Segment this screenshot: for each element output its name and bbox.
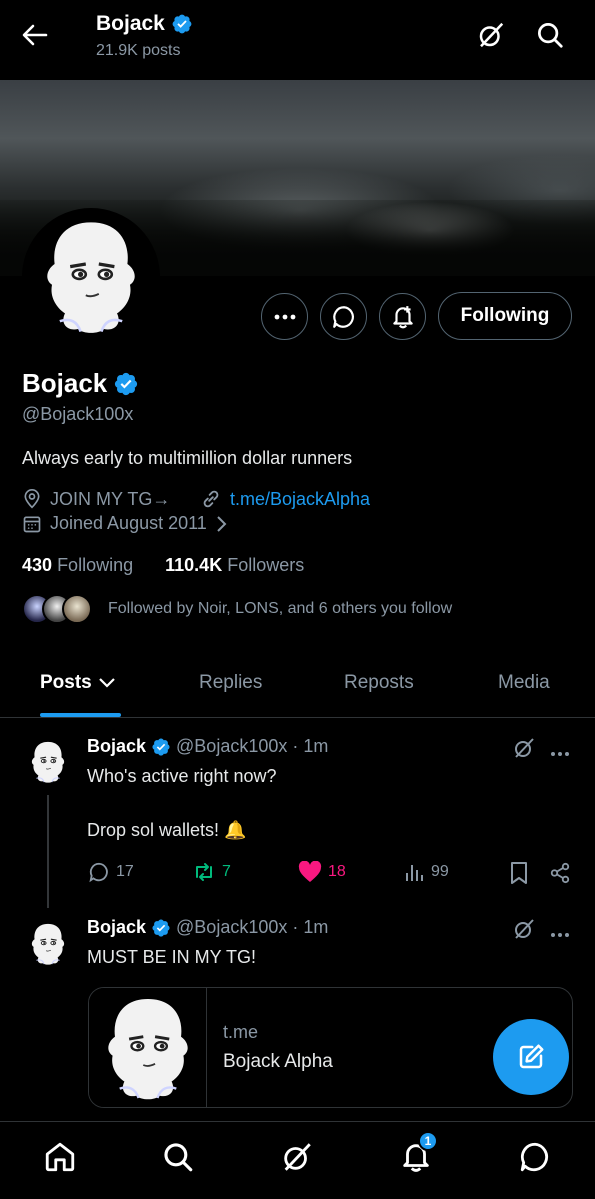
profile-name: Bojack [22, 368, 139, 399]
repost-count: 7 [222, 863, 231, 880]
verified-badge-icon [113, 371, 139, 397]
joined-text: Joined August 2011 [50, 513, 207, 533]
view-count: 99 [431, 863, 449, 880]
profile-joined: Joined August 2011 [22, 513, 227, 534]
tab-posts-label: Posts [40, 672, 92, 693]
bookmark-icon[interactable] [509, 861, 529, 890]
post-text-line1: MUST BE IN MY TG! [87, 947, 257, 967]
status-bar [0, 0, 595, 10]
post-text-line2: Drop sol wallets! 🔔 [87, 820, 247, 840]
reply-count: 17 [116, 863, 134, 880]
like-icon [298, 861, 322, 882]
message-icon [332, 305, 354, 328]
post-text-line1: Who's active right now? [87, 766, 277, 786]
link-card-image [89, 988, 207, 1107]
reply-button[interactable]: 17 [88, 861, 134, 883]
header-title-text: Bojack [96, 12, 165, 35]
following-count: 430 [22, 555, 53, 575]
views-icon [406, 865, 423, 881]
compose-icon [519, 1044, 544, 1069]
bell-plus-icon [392, 305, 413, 328]
notifications-badge: 1 [418, 1131, 438, 1151]
home-icon[interactable] [43, 1140, 77, 1174]
notify-button[interactable] [379, 293, 426, 340]
post-header: Bojack @Bojack100x · 1m [87, 917, 328, 938]
post-author-name[interactable]: Bojack [87, 736, 146, 757]
followed-by[interactable]: Followed by Noir, LONS, and 6 others you… [22, 594, 452, 624]
share-icon[interactable] [549, 862, 571, 889]
avatar[interactable] [24, 920, 72, 968]
link-card-title: Bojack Alpha [223, 1051, 333, 1072]
tab-replies[interactable]: Replies [199, 672, 262, 694]
avatar [62, 594, 92, 624]
bottom-nav [0, 1121, 595, 1199]
link-icon [203, 490, 219, 508]
like-count: 18 [328, 863, 346, 880]
followers-count-link[interactable]: 110.4K Followers [165, 555, 304, 575]
followed-by-avatars [22, 594, 92, 624]
followed-by-text: Followed by Noir, LONS, and 6 others you… [108, 600, 453, 617]
thread-line [47, 795, 49, 908]
tab-indicator [40, 713, 121, 717]
chevron-right-icon [217, 515, 227, 532]
location-icon [24, 489, 40, 509]
search-icon[interactable] [535, 20, 565, 50]
repost-icon [196, 863, 212, 881]
header-title: Bojack [96, 12, 193, 36]
more-icon[interactable] [550, 744, 570, 762]
profile-display-name: Bojack [22, 368, 108, 398]
grok-icon[interactable] [512, 736, 536, 765]
more-button[interactable] [261, 293, 308, 340]
followers-count: 110.4K [165, 555, 223, 575]
post-header: Bojack @Bojack100x · 1m [87, 736, 328, 757]
avatar[interactable] [24, 738, 72, 786]
calendar-icon [23, 516, 41, 532]
compose-button[interactable] [493, 1019, 569, 1095]
messages-icon[interactable] [518, 1140, 552, 1174]
back-arrow-icon[interactable] [20, 22, 50, 48]
profile-tabs: Posts Replies Reposts Media [0, 660, 595, 718]
profile-bio: Always early to multimillion dollar runn… [22, 448, 353, 468]
like-button[interactable]: 18 [298, 861, 346, 883]
chevron-down-icon [98, 678, 115, 688]
verified-badge-icon [171, 13, 193, 35]
following-count-link[interactable]: 430 Following [22, 555, 133, 575]
views-button[interactable]: 99 [405, 861, 449, 883]
website-link[interactable]: t.me/BojackAlpha [230, 489, 370, 510]
message-button[interactable] [320, 293, 367, 340]
tab-reposts[interactable]: Reposts [344, 672, 414, 694]
profile-website[interactable]: t.me/BojackAlpha [200, 488, 370, 510]
tab-media[interactable]: Media [498, 672, 550, 694]
grok-icon[interactable] [512, 917, 536, 946]
link-card-domain: t.me [223, 1022, 259, 1042]
following-button[interactable]: Following [438, 292, 572, 340]
profile-location: JOIN MY TG→ [22, 488, 170, 510]
reply-icon [89, 862, 108, 883]
following-label: Following [57, 555, 134, 575]
search-icon[interactable] [161, 1140, 195, 1174]
verified-badge-icon [151, 737, 171, 757]
location-text: JOIN MY TG→ [50, 488, 171, 509]
follow-counts: 430 Following 110.4K Followers [22, 555, 304, 576]
more-icon[interactable] [550, 925, 570, 943]
avatar[interactable] [22, 208, 160, 346]
post-handle-time: @Bojack100x · 1m [176, 736, 329, 756]
more-icon [274, 314, 295, 319]
followers-label: Followers [227, 555, 305, 575]
tab-posts[interactable]: Posts [40, 672, 116, 694]
grok-icon[interactable] [280, 1140, 314, 1174]
post-author-name[interactable]: Bojack [87, 917, 146, 938]
verified-badge-icon [151, 918, 171, 938]
grok-icon[interactable] [476, 20, 506, 50]
post-handle-time: @Bojack100x · 1m [176, 917, 329, 937]
profile-handle: @Bojack100x [22, 404, 134, 424]
header-post-count: 21.9K posts [96, 42, 181, 59]
repost-button[interactable]: 7 [192, 861, 231, 883]
